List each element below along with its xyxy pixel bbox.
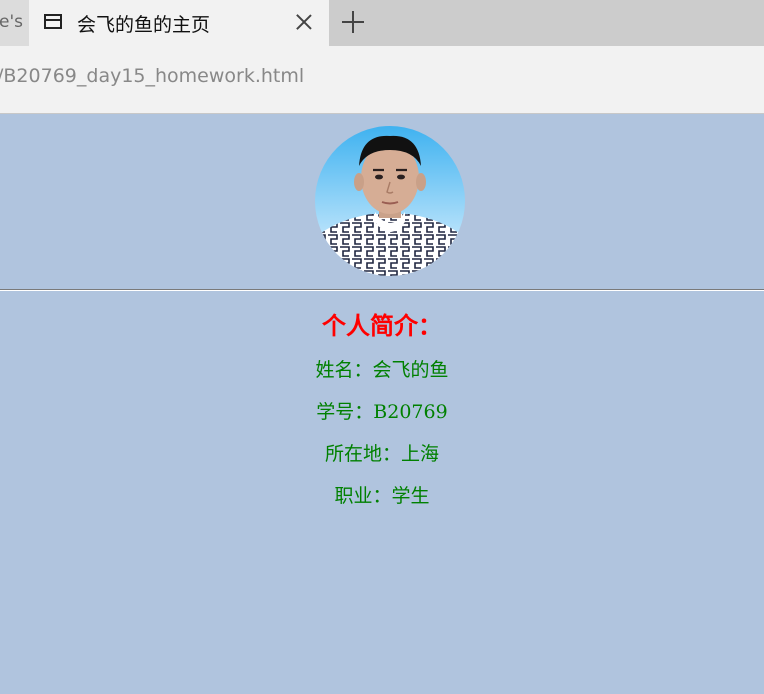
profile-section: 个人简介： 姓名：会飞的鱼 学号：B20769 所在地：上海 职业：学生: [0, 307, 764, 517]
address-bar[interactable]: /B20769_day15_homework.html: [0, 46, 764, 114]
tab-active[interactable]: 会飞的鱼的主页: [29, 0, 329, 46]
profile-name: 姓名：会飞的鱼: [315, 359, 449, 381]
profile-student-id: 学号：B20769: [316, 401, 448, 423]
profile-heading: 个人简介：: [322, 311, 442, 340]
address-url[interactable]: /B20769_day15_homework.html: [0, 65, 304, 87]
close-icon[interactable]: [293, 10, 315, 34]
tab-previous[interactable]: e's: [0, 0, 29, 46]
new-tab-icon[interactable]: [342, 11, 364, 33]
avatar: [315, 126, 465, 276]
tab-title: 会飞的鱼的主页: [77, 14, 211, 36]
profile-occupation: 职业：学生: [334, 485, 430, 507]
page-icon: [44, 14, 62, 29]
horizontal-rule: [0, 289, 764, 291]
tab-strip: e's 会飞的鱼的主页: [0, 0, 764, 46]
profile-location: 所在地：上海: [324, 443, 439, 465]
avatar-photo: [315, 126, 465, 276]
tab-previous-label: e's: [0, 12, 23, 32]
